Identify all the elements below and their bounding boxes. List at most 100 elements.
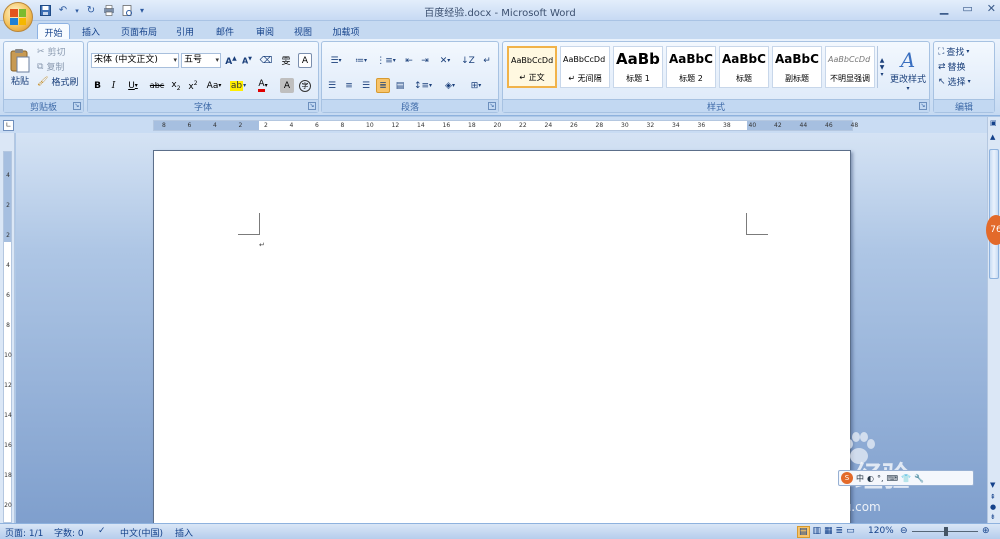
scroll-up-icon[interactable]: ▲	[990, 133, 995, 141]
font-launcher-icon[interactable]: ↘	[308, 102, 316, 110]
side-notification-bubble[interactable]: 76	[986, 215, 1000, 245]
next-page-icon[interactable]: ⇟	[990, 513, 996, 521]
draft-view-icon[interactable]: ▭	[846, 526, 855, 538]
styles-gallery-scroll[interactable]: ▲ ▼ ▾	[877, 46, 886, 88]
phonetic-guide-button[interactable]: 雯	[278, 53, 294, 68]
word-count[interactable]: 字数: 0	[54, 526, 84, 539]
style-heading-2[interactable]: AaBbC 标题 2	[666, 46, 716, 88]
change-case-button[interactable]: Aa ▾	[203, 78, 225, 93]
proofing-icon[interactable]: ✓	[98, 526, 106, 536]
line-spacing-button[interactable]: ↕≡ ▾	[412, 78, 434, 93]
style-title[interactable]: AaBbC 标题	[719, 46, 769, 88]
shrink-font-button[interactable]: A▼	[240, 53, 254, 68]
cut-button[interactable]: ✂ 剪切	[37, 45, 66, 59]
tab-view[interactable]: 视图	[288, 23, 318, 39]
bullets-button[interactable]: ☰ ▾	[325, 53, 347, 68]
change-styles-button[interactable]: A 更改样式 ▾	[889, 44, 927, 96]
scrollbar-thumb[interactable]	[989, 149, 999, 279]
minimize-icon[interactable]: ▁	[940, 2, 948, 15]
full-screen-reading-icon[interactable]: ▥	[813, 526, 822, 538]
show-marks-button[interactable]: ↵	[480, 53, 494, 68]
half-moon-icon[interactable]: ◐	[867, 474, 874, 483]
char-shading-button[interactable]: A	[280, 78, 294, 93]
align-center-button[interactable]: ≡	[342, 78, 356, 93]
browse-object-icon[interactable]: ●	[990, 503, 996, 511]
tools-icon[interactable]: 🔧	[914, 474, 924, 483]
skin-icon[interactable]: 👕	[901, 474, 911, 483]
web-layout-icon[interactable]: ▦	[824, 526, 833, 538]
underline-button[interactable]: U ▾	[123, 78, 143, 93]
superscript-button[interactable]: x2	[186, 78, 200, 93]
tab-addins[interactable]: 加载项	[326, 23, 366, 39]
office-button[interactable]	[3, 2, 33, 32]
align-left-button[interactable]: ☰	[325, 78, 339, 93]
chinese-layout-button[interactable]: ✕ ▾	[435, 53, 455, 68]
keyboard-icon[interactable]: ⌨	[887, 474, 899, 483]
distribute-button[interactable]: ▤	[393, 78, 407, 93]
strikethrough-button[interactable]: abc	[148, 78, 166, 93]
styles-launcher-icon[interactable]: ↘	[919, 102, 927, 110]
vertical-scrollbar[interactable]: ▣ ▲ ▼ ⇞ ● ⇟	[987, 117, 1000, 523]
language-status[interactable]: 中文(中国)	[120, 526, 163, 539]
char-border-button[interactable]: A	[298, 53, 312, 68]
page-count[interactable]: 页面: 1/1	[5, 526, 43, 539]
borders-button[interactable]: ⊞ ▾	[465, 78, 487, 93]
sort-button[interactable]: ↓Z	[460, 53, 476, 68]
zoom-in-icon[interactable]: ⊕	[982, 526, 990, 536]
italic-button[interactable]: I	[107, 78, 120, 93]
ruler-strip[interactable]: 8 6 4 2 2 4 6 8 10 12 14 16 18 20 22 24 26 28 30 32 34 36 38 40…	[153, 120, 858, 131]
find-button[interactable]: ⛶ 查找 ▾	[938, 45, 969, 59]
clipboard-launcher-icon[interactable]: ↘	[73, 102, 81, 110]
font-size-combo[interactable]: 五号 ▾	[181, 53, 221, 68]
bold-button[interactable]: B	[91, 78, 104, 93]
tab-selector-icon[interactable]: ∟	[3, 120, 14, 131]
zoom-slider-thumb[interactable]	[944, 527, 948, 536]
ime-mode[interactable]: 中	[856, 473, 864, 484]
style-normal[interactable]: AaBbCcDd ↵ 正文	[507, 46, 557, 88]
replace-button[interactable]: ⇄ 替换	[938, 60, 966, 74]
print-layout-view-icon[interactable]: ▤	[797, 526, 810, 538]
tab-mailings[interactable]: 邮件	[210, 23, 240, 39]
punctuation-icon[interactable]: °,	[877, 474, 884, 483]
paragraph-launcher-icon[interactable]: ↘	[488, 102, 496, 110]
scroll-down-icon[interactable]: ▼	[990, 481, 995, 489]
subscript-button[interactable]: x2	[169, 78, 183, 93]
tab-references[interactable]: 引用	[170, 23, 200, 39]
paste-button[interactable]: 粘贴	[6, 44, 34, 90]
font-color-button[interactable]: A ▾	[253, 78, 273, 93]
style-subtle-emphasis[interactable]: AaBbCcDd 不明显强调	[825, 46, 875, 88]
grow-font-button[interactable]: A▲	[224, 53, 238, 68]
maximize-icon[interactable]: ▭	[962, 2, 972, 15]
enclose-char-button[interactable]: 字	[298, 78, 312, 93]
format-painter-button[interactable]: 🖌 格式刷	[37, 75, 78, 89]
ime-logo-icon[interactable]: S	[841, 472, 853, 484]
numbering-button[interactable]: ≔ ▾	[350, 53, 372, 68]
close-icon[interactable]: ✕	[987, 2, 996, 15]
ruler-toggle-icon[interactable]: ▣	[990, 119, 997, 127]
insert-mode[interactable]: 插入	[175, 526, 193, 539]
shading-button[interactable]: ◈ ▾	[439, 78, 461, 93]
clear-format-button[interactable]: ⌫	[258, 53, 274, 68]
zoom-out-icon[interactable]: ⊖	[900, 526, 908, 536]
document-page[interactable]: ↵	[153, 150, 851, 530]
vertical-ruler-strip[interactable]: 4 2 2 4 6 8 10 12 14 16 18 20	[3, 151, 12, 523]
tab-review[interactable]: 审阅	[250, 23, 280, 39]
tab-insert[interactable]: 插入	[76, 23, 106, 39]
decrease-indent-button[interactable]: ⇤	[402, 53, 416, 68]
style-heading-1[interactable]: AaBb 标题 1	[613, 46, 663, 88]
copy-button[interactable]: ⧉ 复制	[37, 60, 64, 74]
tab-page-layout[interactable]: 页面布局	[114, 23, 164, 39]
highlight-button[interactable]: ab ▾	[228, 78, 248, 93]
increase-indent-button[interactable]: ⇥	[418, 53, 432, 68]
align-right-button[interactable]: ☰	[359, 78, 373, 93]
font-name-combo[interactable]: 宋体 (中文正文) ▾	[91, 53, 179, 68]
select-button[interactable]: ↖ 选择 ▾	[938, 75, 971, 89]
tab-home[interactable]: 开始	[37, 23, 70, 39]
style-subtitle[interactable]: AaBbC 副标题	[772, 46, 822, 88]
multilevel-list-button[interactable]: ⋮≡ ▾	[375, 53, 397, 68]
justify-button[interactable]: ≣	[376, 78, 390, 93]
style-no-spacing[interactable]: AaBbCcDd ↵ 无间隔	[560, 46, 610, 88]
prev-page-icon[interactable]: ⇞	[990, 493, 996, 501]
outline-view-icon[interactable]: ≣	[836, 526, 844, 538]
zoom-level[interactable]: 120%	[868, 526, 894, 536]
